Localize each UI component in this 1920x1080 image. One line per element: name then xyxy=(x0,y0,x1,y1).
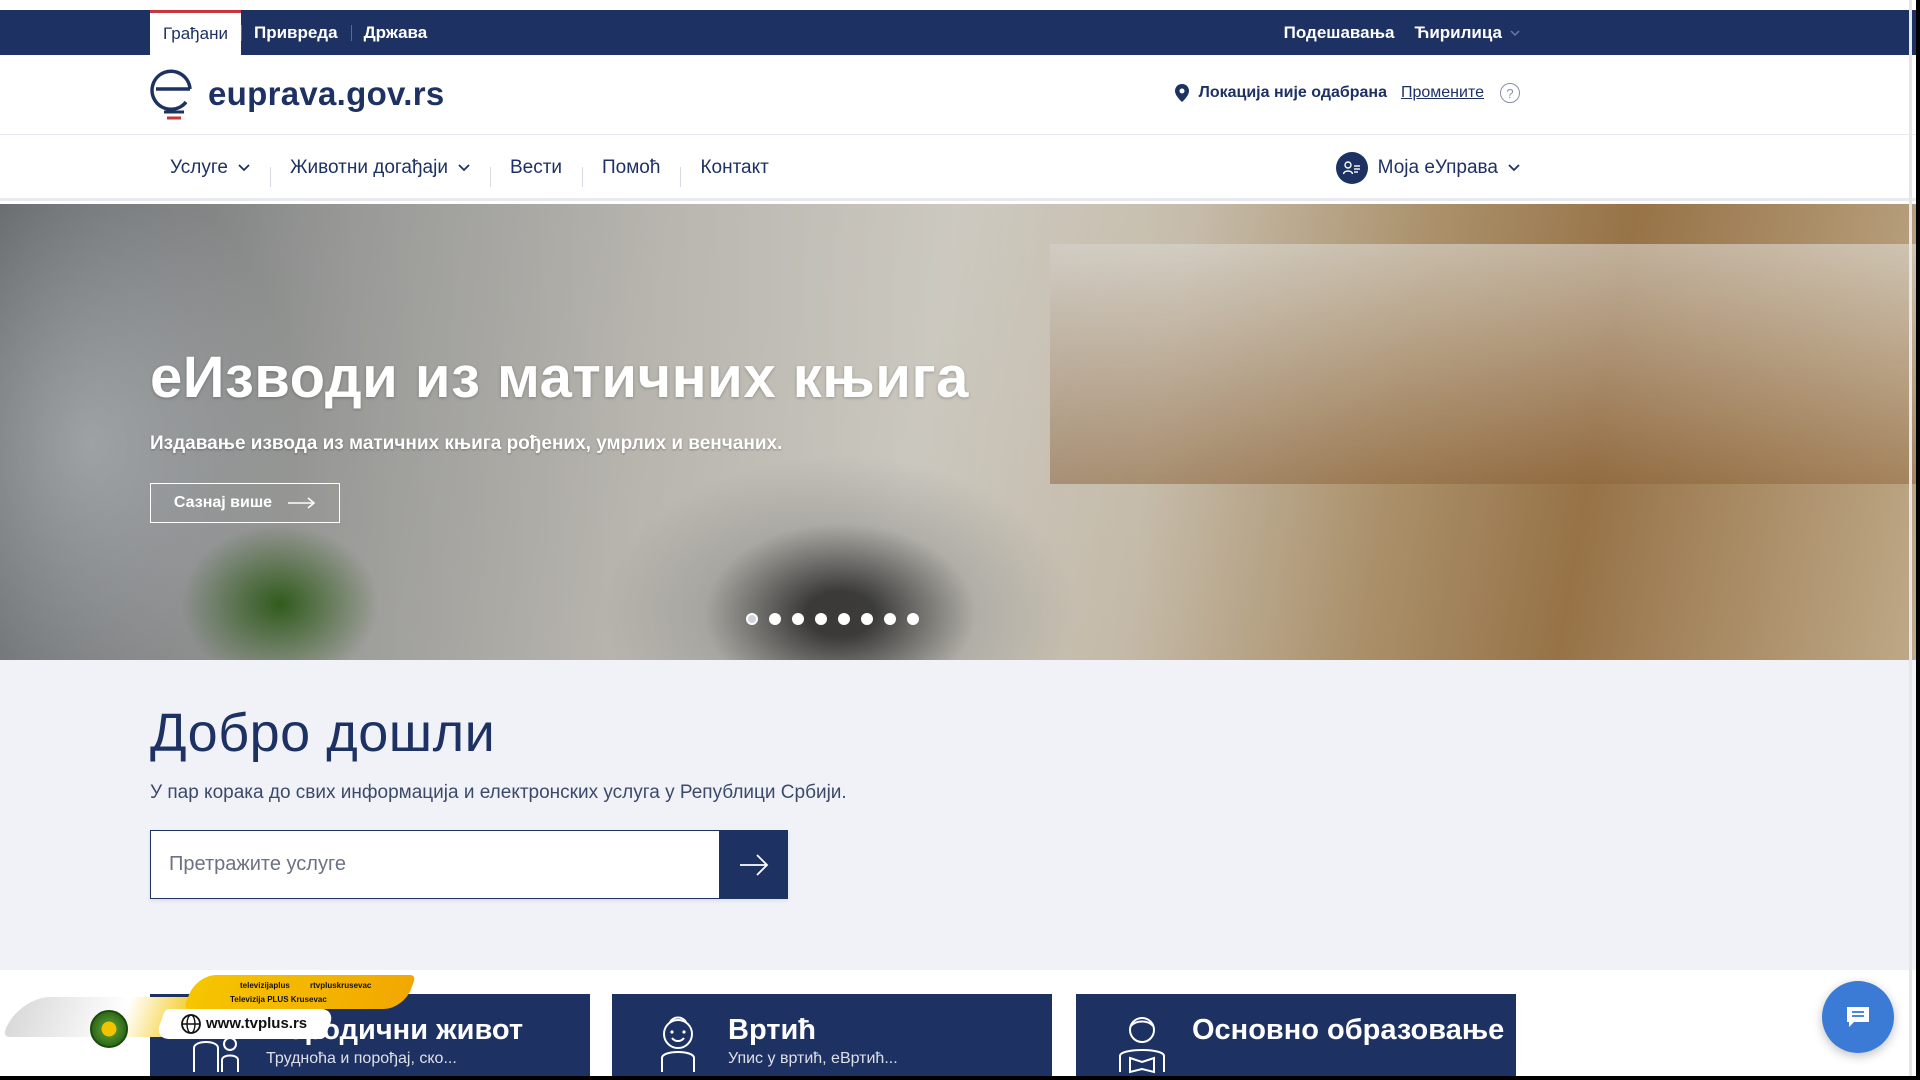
page-scrollbar[interactable] xyxy=(1909,0,1912,1076)
welcome-title: Добро дошли xyxy=(150,703,496,763)
chevron-down-icon xyxy=(238,164,250,172)
nav-item-news[interactable]: Вести xyxy=(489,157,582,187)
carousel-dot[interactable] xyxy=(815,613,827,625)
card-description: Упис у вртић, еВртић... xyxy=(728,1050,898,1067)
account-menu-label: Моја еУправа xyxy=(1377,157,1498,178)
tv-watermark-logo: televizijaplus rtvpluskrusevac Televizij… xyxy=(2,975,417,1050)
nav-item-services[interactable]: Услуге xyxy=(150,157,270,179)
tab-citizens[interactable]: Грађани xyxy=(150,10,241,55)
topbar-right: Подешавања Ћирилица xyxy=(1284,10,1520,55)
chevron-down-icon xyxy=(1508,164,1520,172)
nav-item-label: Помоћ xyxy=(602,157,661,178)
nav-item-label: Контакт xyxy=(700,157,769,178)
tv-website-url: www.tvplus.rs xyxy=(206,1015,308,1032)
search-submit-button[interactable] xyxy=(719,830,788,899)
learn-more-label: Сазнај више xyxy=(173,494,273,511)
child-icon xyxy=(661,1016,695,1072)
welcome-subtitle: У пар корака до свих информација и елект… xyxy=(150,782,847,803)
audience-bar: Грађани Привреда Држава Подешавања Ћирил… xyxy=(0,10,1916,55)
carousel-dot[interactable] xyxy=(838,613,850,625)
settings-link[interactable]: Подешавања xyxy=(1284,23,1395,43)
location-selector: Локација није одабрана Промените ? xyxy=(1174,83,1520,103)
nav-item-label: Животни догађаји xyxy=(289,157,448,178)
search-input[interactable] xyxy=(150,830,719,899)
service-search xyxy=(150,830,788,899)
chevron-down-icon xyxy=(458,164,470,172)
hero-carousel: еИзводи из матичних књига Издавање извод… xyxy=(0,204,1916,660)
hero-title: еИзводи из матичних књига xyxy=(150,345,969,410)
card-title: Основно образовање xyxy=(1192,1014,1505,1046)
script-selector[interactable]: Ћирилица xyxy=(1414,23,1520,43)
account-menu[interactable]: Моја еУправа xyxy=(1335,152,1520,184)
tv-social-youtube: rtvpluskrusevac xyxy=(310,981,372,990)
tv-logo-globe-icon xyxy=(90,1010,128,1048)
nav-item-help[interactable]: Помоћ xyxy=(582,157,680,187)
welcome-section: Добро дошли У пар корака до свих информа… xyxy=(0,660,1916,970)
script-label: Ћирилица xyxy=(1414,22,1502,42)
card-title: Вртић xyxy=(728,1014,817,1046)
nav-item-life-events[interactable]: Животни догађаји xyxy=(269,157,490,187)
tv-social-facebook: Televizija PLUS Krusevac xyxy=(230,995,327,1004)
site-logo[interactable]: euprava.gov.rs xyxy=(150,65,445,123)
hero-subtitle: Издавање извода из матичних књига рођени… xyxy=(150,433,783,454)
site-header: euprava.gov.rs Локација није одабрана Пр… xyxy=(0,55,1916,135)
change-location-link[interactable]: Промените xyxy=(1401,84,1484,102)
logo-text: euprava.gov.rs xyxy=(208,75,445,112)
card-description: Трудноћа и порођај, ско... xyxy=(266,1050,457,1067)
arrow-right-icon xyxy=(288,497,316,509)
tab-business[interactable]: Привреда xyxy=(240,10,351,55)
carousel-dot[interactable] xyxy=(884,613,896,625)
location-pin-icon xyxy=(1174,84,1189,102)
tv-social-instagram: televizijaplus xyxy=(240,981,290,990)
main-nav-items: Услуге Животни догађаји Вести Помоћ Конт… xyxy=(150,135,789,201)
carousel-dot[interactable] xyxy=(769,613,781,625)
user-avatar-icon xyxy=(1335,152,1368,184)
carousel-dot[interactable] xyxy=(792,613,804,625)
globe-icon xyxy=(181,1014,201,1034)
chevron-down-icon xyxy=(1510,29,1520,36)
location-text: Локација није одабрана xyxy=(1198,84,1387,101)
help-icon[interactable]: ? xyxy=(1500,83,1520,103)
tab-state[interactable]: Држава xyxy=(350,10,441,55)
browser-viewport: Грађани Привреда Држава Подешавања Ћирил… xyxy=(0,0,1916,1076)
carousel-dot[interactable] xyxy=(907,613,919,625)
card-kindergarten[interactable]: Вртић Упис у вртић, еВртић... xyxy=(612,994,1052,1076)
audience-tabs: Грађани Привреда Држава xyxy=(150,10,440,55)
carousel-dots xyxy=(746,613,919,625)
student-icon xyxy=(1119,1017,1165,1074)
card-primary-education[interactable]: Основно образовање xyxy=(1076,994,1516,1076)
carousel-dot[interactable] xyxy=(861,613,873,625)
nav-item-label: Вести xyxy=(509,157,563,178)
chat-button[interactable] xyxy=(1822,981,1894,1053)
hero-content: еИзводи из матичних књига Издавање извод… xyxy=(150,344,969,523)
euprava-logo-icon xyxy=(150,69,192,120)
learn-more-button[interactable]: Сазнај више xyxy=(150,483,340,523)
main-nav: Услуге Животни догађаји Вести Помоћ Конт… xyxy=(0,135,1916,201)
arrow-right-icon xyxy=(739,853,768,876)
nav-item-label: Услуге xyxy=(170,157,228,178)
chat-icon xyxy=(1847,1007,1869,1027)
nav-item-contact[interactable]: Контакт xyxy=(680,157,788,187)
carousel-dot[interactable] xyxy=(746,613,758,625)
